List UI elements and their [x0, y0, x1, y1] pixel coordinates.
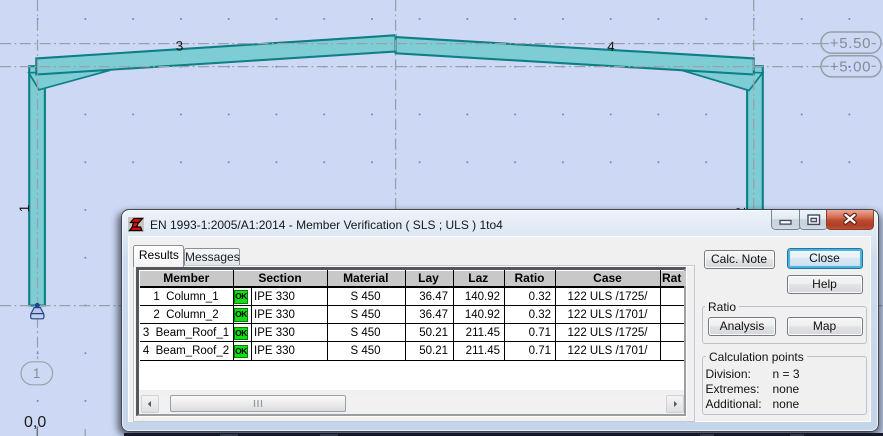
svg-text:4: 4 — [607, 39, 616, 54]
svg-text:1: 1 — [33, 366, 41, 381]
svg-text:3: 3 — [175, 38, 183, 53]
svg-text:0,0: 0,0 — [24, 414, 46, 431]
svg-text:+5.50: +5.50 — [830, 35, 871, 52]
svg-text:1: 1 — [17, 205, 32, 213]
svg-text:+5.00: +5.00 — [830, 59, 871, 76]
